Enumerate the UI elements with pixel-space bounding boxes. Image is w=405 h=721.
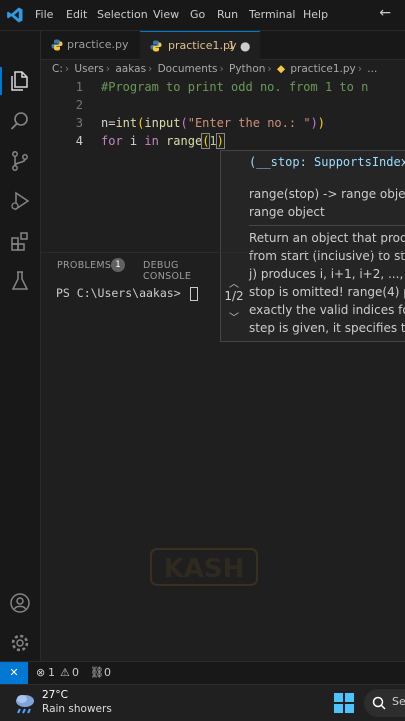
hover-description: range object xyxy=(249,205,325,219)
line-number: 4 xyxy=(75,134,83,148)
windows-start-icon[interactable] xyxy=(334,693,354,713)
tab-practice[interactable]: practice.py xyxy=(41,31,141,59)
tab-practice1[interactable]: practice1.py 1 ● xyxy=(140,31,260,60)
code-line: for i in range(1) xyxy=(101,133,225,149)
signature: (__stop: SupportsIndex) xyxy=(249,155,405,169)
back-arrow-icon[interactable]: ← xyxy=(379,5,391,21)
weather-temperature[interactable]: 27°C xyxy=(42,689,68,701)
menu-file[interactable]: File xyxy=(35,8,53,21)
parameter-hint-popup[interactable]: (__stop: SupportsIndex) range(stop) -> r… xyxy=(220,150,405,342)
explorer-icon[interactable] xyxy=(8,69,32,93)
tab-label: practice1.py xyxy=(168,39,237,52)
overload-pager: 1/2 xyxy=(224,289,244,303)
python-file-icon xyxy=(150,40,162,52)
search-label: Se xyxy=(392,695,405,708)
ports-icon[interactable]: ⛓ xyxy=(90,666,104,679)
line-number: 2 xyxy=(75,98,83,112)
activity-bar xyxy=(0,31,41,661)
editor-tab-bar: practice.py practice1.py 1 ● xyxy=(41,31,405,60)
watermark-logo: KASH xyxy=(150,548,258,586)
taskbar-search[interactable]: Se xyxy=(364,689,405,717)
terminal[interactable]: PS C:\Users\aakas> xyxy=(56,286,198,301)
breadcrumb: C: › Users › aakas › Documents › Python › ◆ p… xyxy=(52,63,378,75)
windows-taskbar: 27°C Rain showers Se xyxy=(0,684,405,721)
panel-tabs: PROBLEMS 1 DEBUG CONSOLE xyxy=(41,254,221,282)
extensions-icon[interactable] xyxy=(8,229,32,253)
watermark-text: KASH xyxy=(164,554,245,584)
line-number: 1 xyxy=(75,80,83,94)
status-bar: ✕ ⊗ 1 ⚠ 0 ⛓ 0 xyxy=(0,661,405,684)
breadcrumb-item[interactable]: practice1.py xyxy=(290,63,355,75)
hover-documentation: Return an object that produces from star… xyxy=(249,231,405,335)
ports-count[interactable]: 0 xyxy=(104,666,111,679)
code-line: n=int(input("Enter the no.: ")) xyxy=(101,116,326,130)
python-file-icon xyxy=(51,39,63,51)
breadcrumb-item[interactable]: Users xyxy=(74,63,103,75)
panel-divider xyxy=(41,252,405,253)
settings-gear-icon[interactable] xyxy=(8,631,32,655)
source-control-icon[interactable] xyxy=(8,149,32,173)
line-number: 3 xyxy=(75,116,83,130)
chevron-down-icon[interactable]: ﹀ xyxy=(229,309,239,324)
code-line: #Program to print odd no. from 1 to n xyxy=(101,80,369,94)
chevron-up-icon[interactable]: ︿ xyxy=(229,275,239,290)
run-debug-icon[interactable] xyxy=(8,189,32,213)
breadcrumb-item[interactable]: Python xyxy=(229,63,265,75)
tab-problems[interactable]: PROBLEMS xyxy=(57,260,111,271)
tab-debug-console[interactable]: DEBUG CONSOLE xyxy=(143,260,221,282)
hover-description: range(stop) -> range object xyxy=(249,187,405,201)
unsaved-dot-icon[interactable]: ● xyxy=(240,32,250,60)
vscode-logo-icon[interactable] xyxy=(6,6,24,24)
python-file-icon: ◆ xyxy=(276,63,286,75)
menu-run[interactable]: Run xyxy=(217,8,238,21)
search-icon xyxy=(372,696,386,710)
breadcrumb-item[interactable]: ... xyxy=(367,63,377,75)
error-icon[interactable]: ⊗ xyxy=(36,666,45,679)
menu-help[interactable]: Help xyxy=(303,8,328,21)
warning-count[interactable]: 0 xyxy=(72,666,79,679)
weather-description[interactable]: Rain showers xyxy=(42,703,112,715)
account-icon[interactable] xyxy=(8,591,32,615)
tab-label: practice.py xyxy=(67,38,129,51)
problem-count: 1 xyxy=(228,39,235,52)
warning-icon[interactable]: ⚠ xyxy=(60,666,70,679)
breadcrumb-item[interactable]: Documents xyxy=(158,63,218,75)
search-icon[interactable] xyxy=(8,109,32,133)
remote-indicator-icon[interactable]: ✕ xyxy=(0,662,28,684)
menu-view[interactable]: View xyxy=(153,8,179,21)
breadcrumb-item[interactable]: C: xyxy=(52,63,63,75)
title-bar: File Edit Selection View Go Run Terminal… xyxy=(0,0,405,31)
menu-edit[interactable]: Edit xyxy=(66,8,87,21)
terminal-prompt: PS C:\Users\aakas> xyxy=(56,286,188,300)
error-count[interactable]: 1 xyxy=(48,666,55,679)
terminal-cursor xyxy=(189,286,198,301)
weather-rain-icon[interactable] xyxy=(12,690,38,716)
divider xyxy=(249,225,405,226)
problems-badge: 1 xyxy=(111,258,125,272)
menu-selection[interactable]: Selection xyxy=(97,8,148,21)
breadcrumb-item[interactable]: aakas xyxy=(115,63,146,75)
active-indicator xyxy=(0,67,2,95)
menu-go[interactable]: Go xyxy=(190,8,205,21)
menu-terminal[interactable]: Terminal xyxy=(249,8,296,21)
testing-flask-icon[interactable] xyxy=(8,269,32,293)
